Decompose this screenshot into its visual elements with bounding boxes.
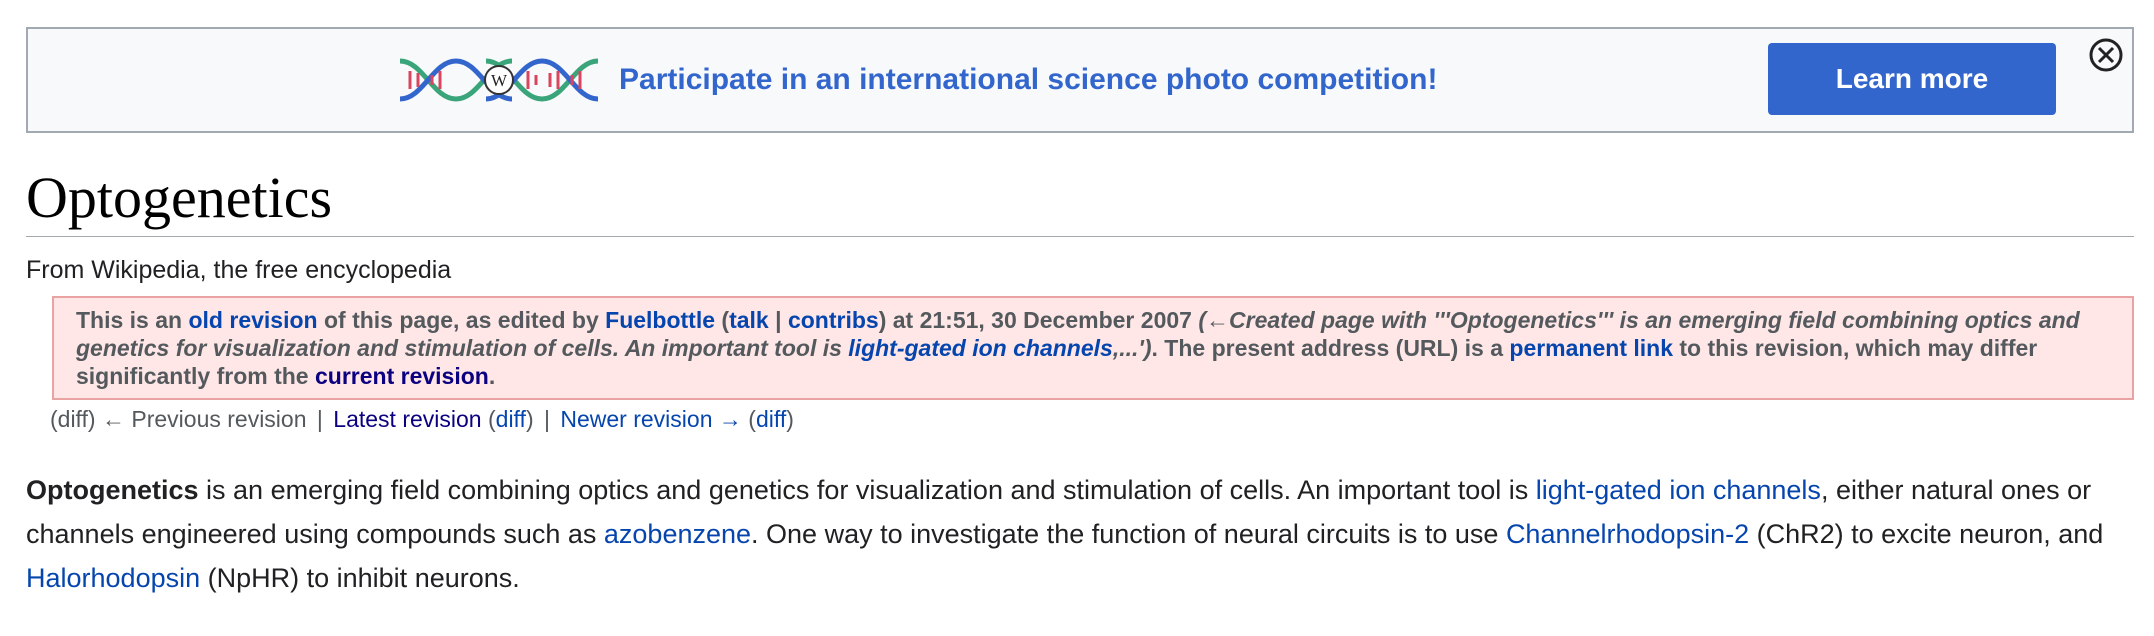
latest-diff-link[interactable]: diff <box>496 406 526 432</box>
nav-separator: | <box>316 406 323 432</box>
link-halorhodopsin[interactable]: Halorhodopsin <box>26 563 200 593</box>
page-title: Optogenetics <box>26 165 333 230</box>
svg-text:W: W <box>491 71 508 90</box>
link-azobenzene[interactable]: azobenzene <box>604 519 751 549</box>
paren: ( <box>487 406 496 432</box>
link-channelrhodopsin-2[interactable]: Channelrhodopsin-2 <box>1506 519 1749 549</box>
latest-revision-link[interactable]: Latest revision <box>333 406 481 432</box>
permanent-link[interactable]: permanent link <box>1509 335 1673 361</box>
previous-revision-disabled: ← Previous revision <box>101 406 307 432</box>
learn-more-button[interactable]: Learn more <box>1768 43 2056 115</box>
close-circle-icon[interactable] <box>2086 35 2126 75</box>
body-text: (NpHR) to inhibit neurons. <box>200 563 520 593</box>
notice-text: of this page, as edited by <box>317 307 606 333</box>
revision-navigation: (diff) ← Previous revision | Latest revi… <box>50 406 794 433</box>
notice-text: ( <box>715 307 730 333</box>
paren: ( <box>748 406 756 432</box>
notice-separator: | <box>768 307 788 333</box>
site-tagline: From Wikipedia, the free encyclopedia <box>26 256 452 284</box>
newer-revision-link[interactable]: Newer revision → <box>560 406 742 432</box>
article-paragraph: Optogenetics is an emerging field combin… <box>26 468 2126 600</box>
diff-disabled: (diff) <box>50 406 96 432</box>
banner-message[interactable]: Participate in an international science … <box>619 63 1437 97</box>
user-talk-link[interactable]: talk <box>729 307 769 333</box>
article-subject: Optogenetics <box>26 475 199 505</box>
notice-text: . <box>488 363 496 389</box>
user-contribs-link[interactable]: contribs <box>788 307 879 333</box>
title-divider <box>26 236 2134 237</box>
old-revision-notice: This is an old revision of this page, as… <box>52 296 2134 400</box>
notice-text: . The present address (URL) is a <box>1151 335 1510 361</box>
link-light-gated-ion-channels[interactable]: light-gated ion channels <box>1536 475 1821 505</box>
body-text: is an emerging field combining optics an… <box>198 475 1536 505</box>
user-link[interactable]: Fuelbottle <box>605 307 715 333</box>
paren: ) <box>525 406 534 432</box>
edit-summary-end: ,...') <box>1112 335 1152 361</box>
body-text: . One way to investigate the function of… <box>751 519 1506 549</box>
current-revision-link[interactable]: current revision <box>315 363 489 389</box>
campaign-banner: W Participate in an international scienc… <box>26 27 2134 133</box>
notice-timestamp: ) at 21:51, 30 December 2007 <box>878 307 1199 333</box>
body-text: (ChR2) to excite neuron, and <box>1749 519 2104 549</box>
dna-wikipedia-logo-icon: W <box>399 58 599 102</box>
old-revision-link[interactable]: old revision <box>188 307 317 333</box>
summary-link-ion-channels[interactable]: light-gated ion channels <box>848 335 1113 361</box>
nav-separator: | <box>544 406 550 432</box>
paren: ) <box>786 406 794 432</box>
newer-diff-link[interactable]: diff <box>756 406 786 432</box>
notice-text: This is an <box>76 307 189 333</box>
